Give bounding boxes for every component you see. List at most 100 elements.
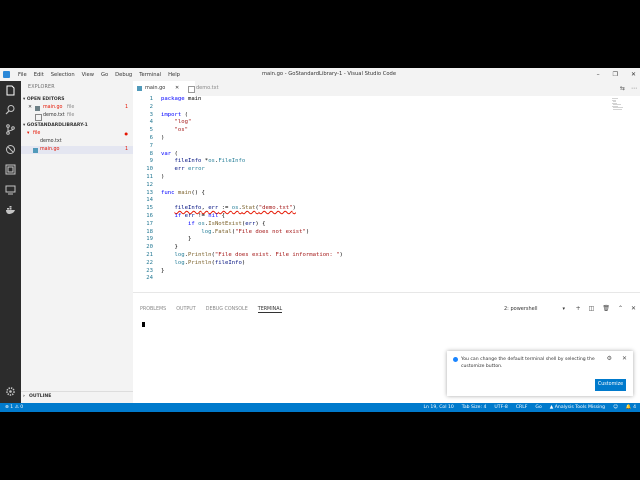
line-number: 16: [146, 213, 153, 219]
line-number: 2: [149, 103, 153, 110]
open-editor-demo-txt[interactable]: demo.txt file: [21, 112, 133, 121]
line-number: 9: [149, 158, 153, 165]
line-number: 6: [149, 135, 153, 141]
split-editor-icon[interactable]: ⇆: [620, 85, 625, 92]
remote-icon[interactable]: [5, 184, 16, 195]
tab-debug-console[interactable]: DEBUG CONSOLE: [206, 307, 248, 313]
tab-output[interactable]: OUTPUT: [176, 307, 196, 313]
tab-problems[interactable]: PROBLEMS: [140, 307, 166, 313]
source-control-icon[interactable]: [5, 124, 16, 135]
panel-actions: + ◫ 🗑 ⌃ ✕: [568, 305, 636, 312]
docker-icon[interactable]: [5, 204, 16, 215]
code-line: err error: [174, 166, 205, 173]
project-section[interactable]: ▾ GOSTANDARDLIBRARY-1: [23, 123, 88, 128]
feedback-icon[interactable]: ☺: [613, 403, 618, 412]
split-terminal-icon[interactable]: ◫: [589, 305, 595, 312]
window-controls: – ❐ ✕: [584, 68, 636, 81]
code-line: if os.IsNotExist(err) {: [187, 220, 266, 227]
maximize-button[interactable]: ❐: [613, 71, 618, 78]
menu-terminal[interactable]: Terminal: [139, 72, 161, 78]
line-ending[interactable]: CRLF: [516, 403, 528, 412]
line-number: 8: [149, 150, 153, 157]
close-icon[interactable]: ✕: [28, 104, 32, 112]
line-number: 22: [146, 259, 153, 266]
minimap[interactable]: [612, 98, 626, 112]
cursor-position[interactable]: Ln 19, Col 10: [424, 403, 454, 412]
code-line: "log": [174, 119, 192, 126]
title-bar: File Edit Selection View Go Debug Termin…: [0, 68, 640, 81]
code-line: var (: [161, 150, 178, 157]
terminal-select[interactable]: 2: powershell ▾: [504, 306, 565, 312]
open-editors-section[interactable]: ▾ OPEN EDITORS: [23, 97, 64, 102]
tab-size[interactable]: Tab Size: 4: [462, 403, 487, 412]
debug-icon[interactable]: [5, 144, 16, 155]
language-mode[interactable]: Go: [535, 403, 541, 412]
chevron-right-icon: ›: [23, 394, 25, 399]
close-icon[interactable]: ✕: [622, 355, 627, 362]
search-icon[interactable]: [5, 104, 16, 115]
close-panel-icon[interactable]: ✕: [631, 305, 636, 312]
minimize-button[interactable]: –: [597, 71, 600, 78]
explorer-icon[interactable]: [5, 85, 16, 96]
status-items: Ln 19, Col 10 Tab Size: 4 UTF-8 CRLF Go …: [416, 403, 637, 412]
maximize-panel-icon[interactable]: ⌃: [618, 305, 623, 312]
menu-file[interactable]: File: [18, 72, 27, 78]
menu-view[interactable]: View: [82, 72, 94, 78]
code-line: "os": [174, 127, 188, 134]
window-title: main.go - GoStandardLibrary-1 - Visual S…: [262, 71, 397, 77]
code-line: import (: [161, 111, 188, 118]
customize-button[interactable]: Customize: [595, 379, 626, 391]
chevron-down-icon: ▾: [27, 131, 30, 136]
terminal-cursor[interactable]: [142, 322, 145, 327]
line-number: 1: [149, 96, 153, 102]
notifications-bell[interactable]: 🔔 4: [626, 403, 636, 412]
line-number: 12: [146, 181, 153, 188]
gear-icon[interactable]: ⚙: [607, 355, 612, 362]
folder-file[interactable]: ▾ file ●: [21, 130, 133, 138]
line-number: 5: [149, 127, 153, 134]
line-number: 17: [146, 220, 153, 227]
menu-debug[interactable]: Debug: [115, 72, 132, 78]
line-number: 4: [149, 119, 153, 126]
tab-terminal[interactable]: TERMINAL: [257, 307, 283, 313]
tab-demo-txt[interactable]: demo.txt: [184, 81, 248, 96]
trash-icon[interactable]: 🗑: [602, 305, 610, 312]
tab-actions: ⇆ ⋯: [614, 81, 637, 96]
code-line: }: [161, 236, 192, 243]
code-line: log.Println("File does exist. File infor…: [174, 252, 343, 258]
encoding[interactable]: UTF-8: [494, 403, 507, 412]
info-icon: [453, 357, 458, 362]
close-icon[interactable]: ✕: [175, 81, 179, 96]
bottom-panel: PROBLEMS OUTPUT DEBUG CONSOLE TERMINAL 2…: [133, 292, 640, 404]
code-line: }: [161, 267, 165, 274]
line-number: 20: [146, 244, 153, 251]
code-line: if err != nil {: [174, 213, 226, 219]
vscode-window: File Edit Selection View Go Debug Termin…: [0, 68, 640, 412]
line-number: 24: [146, 275, 153, 282]
text-file-icon: [35, 113, 42, 121]
go-file-icon: [137, 86, 142, 91]
file-demo-txt[interactable]: demo.txt: [21, 138, 133, 146]
code-line: ): [161, 174, 165, 180]
code-line: fileInfo, err := os.Stat("demo.txt"): [174, 205, 296, 212]
extensions-icon[interactable]: [5, 164, 16, 175]
open-editor-main-go[interactable]: ✕ main.go file 1: [21, 104, 133, 112]
code-editor[interactable]: 1 2 3 4 5 6 7 8 9 10 11 12 13 14 15 16 17 18 19 20 21 22 23 24 …: [133, 96, 640, 292]
problems-status[interactable]: ⊗ 1 ⚠ 0: [5, 403, 23, 412]
code-line: }: [161, 244, 178, 251]
file-main-go[interactable]: main.go 1: [21, 146, 133, 154]
menu-edit[interactable]: Edit: [34, 72, 44, 78]
close-window-button[interactable]: ✕: [631, 71, 636, 78]
menu-bar: File Edit Selection View Go Debug Termin…: [18, 68, 187, 81]
code-line: log.Println(fileInfo): [174, 259, 246, 266]
line-number: 18: [146, 228, 153, 235]
menu-help[interactable]: Help: [168, 72, 180, 78]
line-number: 19: [146, 236, 153, 243]
new-terminal-icon[interactable]: +: [576, 305, 581, 312]
menu-selection[interactable]: Selection: [51, 72, 75, 78]
settings-gear-icon[interactable]: [5, 386, 16, 397]
more-actions-icon[interactable]: ⋯: [631, 85, 637, 92]
chevron-down-icon: ▾: [562, 306, 566, 312]
menu-go[interactable]: Go: [101, 72, 108, 78]
analysis-tools-missing[interactable]: ▲ Analysis Tools Missing: [550, 403, 605, 412]
